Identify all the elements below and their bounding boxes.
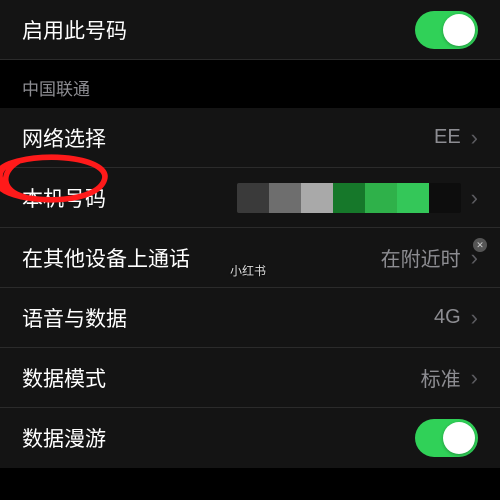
- my-number-label: 本机号码: [22, 183, 106, 213]
- calls-other-devices-label: 在其他设备上通话: [22, 243, 190, 273]
- toggle-knob: [443, 422, 475, 454]
- carrier-section-header: 中国联通: [0, 60, 500, 108]
- network-selection-label: 网络选择: [22, 123, 106, 153]
- calls-other-devices-row[interactable]: 在其他设备上通话 在附近时 ›: [0, 228, 500, 288]
- my-number-mask: [237, 183, 461, 213]
- section-gap: 中国联通: [0, 60, 500, 108]
- data-mode-value: 标准: [421, 363, 461, 392]
- my-number-row[interactable]: 本机号码 ›: [0, 168, 500, 228]
- data-roaming-row: 数据漫游: [0, 408, 500, 468]
- data-mode-label: 数据模式: [22, 363, 106, 393]
- chevron-right-icon: ›: [471, 127, 478, 149]
- calls-other-devices-value: 在附近时: [381, 243, 461, 272]
- calls-other-devices-value-wrap: 在附近时 ›: [381, 243, 478, 272]
- enable-number-label: 启用此号码: [22, 15, 127, 45]
- voice-data-row[interactable]: 语音与数据 4G ›: [0, 288, 500, 348]
- chevron-right-icon: ›: [471, 247, 478, 269]
- chevron-right-icon: ›: [471, 367, 478, 389]
- voice-data-value-wrap: 4G ›: [434, 306, 478, 329]
- data-roaming-toggle[interactable]: [415, 419, 478, 457]
- chevron-right-icon: ›: [471, 187, 478, 209]
- chevron-right-icon: ›: [471, 307, 478, 329]
- data-mode-value-wrap: 标准 ›: [421, 363, 478, 392]
- enable-number-row: 启用此号码: [0, 0, 500, 60]
- my-number-value-wrap: ›: [237, 183, 478, 213]
- network-selection-row[interactable]: 网络选择 EE ›: [0, 108, 500, 168]
- voice-data-label: 语音与数据: [22, 303, 127, 333]
- enable-number-toggle[interactable]: [415, 11, 478, 49]
- network-selection-value: EE: [434, 126, 461, 149]
- voice-data-value: 4G: [434, 306, 461, 329]
- network-selection-value-wrap: EE ›: [434, 126, 478, 149]
- data-mode-row[interactable]: 数据模式 标准 ›: [0, 348, 500, 408]
- toggle-knob: [443, 14, 475, 46]
- data-roaming-label: 数据漫游: [22, 423, 106, 453]
